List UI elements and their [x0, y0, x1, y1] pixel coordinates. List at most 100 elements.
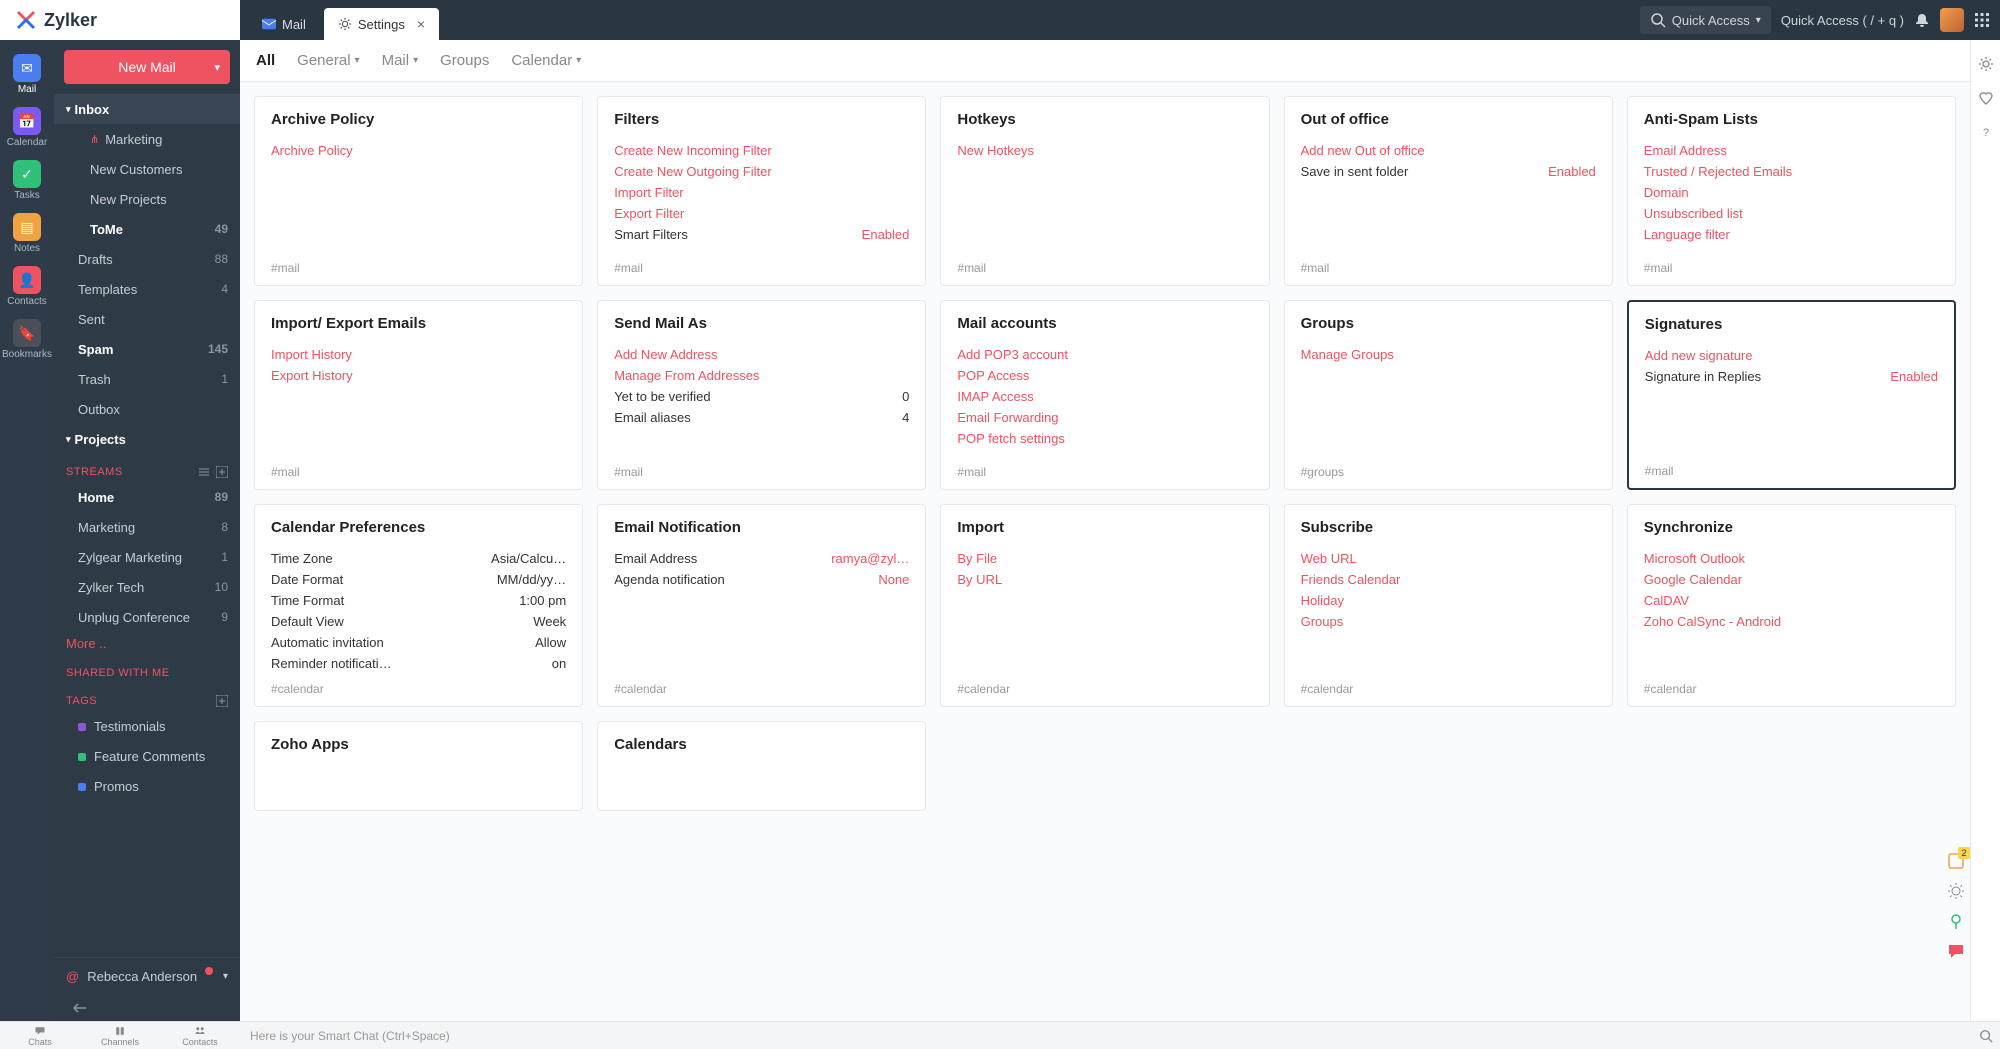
add-icon[interactable]: [216, 695, 228, 707]
card-link[interactable]: Microsoft Outlook: [1644, 548, 1939, 569]
tag-feature-comments[interactable]: Feature Comments: [54, 741, 240, 771]
card-link[interactable]: Trusted / Rejected Emails: [1644, 161, 1939, 182]
card-link[interactable]: Create New Incoming Filter: [614, 140, 909, 161]
search-button[interactable]: [1972, 1029, 2000, 1043]
card-link[interactable]: Google Calendar: [1644, 569, 1939, 590]
gear-icon[interactable]: [1978, 56, 1994, 72]
card-link[interactable]: Archive Policy: [271, 140, 566, 161]
card-link[interactable]: Add POP3 account: [957, 344, 1252, 365]
rail-item-contacts[interactable]: 👤Contacts: [5, 262, 49, 311]
card-link[interactable]: Groups: [1301, 611, 1596, 632]
card-link[interactable]: Domain: [1644, 182, 1939, 203]
rail-item-calendar[interactable]: 📅Calendar: [5, 103, 49, 152]
card-link[interactable]: Add new signature: [1645, 345, 1938, 366]
filter-general[interactable]: General▾: [297, 52, 359, 69]
bell-icon[interactable]: [1914, 12, 1930, 28]
bottom-tab-contacts[interactable]: Contacts: [160, 1025, 240, 1047]
apps-grid-icon[interactable]: [1974, 12, 1990, 28]
filter-calendar[interactable]: Calendar▾: [511, 52, 581, 69]
card-import[interactable]: ImportBy FileBy URL#calendar: [940, 504, 1269, 707]
folder-new-projects[interactable]: New Projects: [54, 184, 240, 214]
card-link[interactable]: Language filter: [1644, 224, 1939, 245]
folder-tome[interactable]: ToMe49: [54, 214, 240, 244]
folder-marketing[interactable]: ⋔Marketing: [54, 124, 240, 154]
new-mail-button[interactable]: New Mail ▾: [64, 50, 230, 84]
folder-trash[interactable]: Trash1: [54, 364, 240, 394]
rail-item-mail[interactable]: ✉Mail: [5, 50, 49, 99]
tab-mail[interactable]: Mail: [248, 8, 320, 40]
card-signatures[interactable]: SignaturesAdd new signatureSignature in …: [1627, 300, 1956, 490]
card-link[interactable]: Add New Address: [614, 344, 909, 365]
folder-new-customers[interactable]: New Customers: [54, 154, 240, 184]
current-user[interactable]: @ Rebecca Anderson ▾: [54, 957, 240, 995]
card-link[interactable]: Manage From Addresses: [614, 365, 909, 386]
card-link[interactable]: Zoho CalSync - Android: [1644, 611, 1939, 632]
card-link[interactable]: Friends Calendar: [1301, 569, 1596, 590]
card-link[interactable]: Export History: [271, 365, 566, 386]
card-link[interactable]: POP Access: [957, 365, 1252, 386]
tag-promos[interactable]: Promos: [54, 771, 240, 801]
card-link[interactable]: Manage Groups: [1301, 344, 1596, 365]
heart-icon[interactable]: [1978, 90, 1994, 106]
card-link[interactable]: Web URL: [1301, 548, 1596, 569]
rail-item-bookmarks[interactable]: 🔖Bookmarks: [5, 315, 49, 364]
collapse-sidebar-button[interactable]: [54, 995, 240, 1021]
card-link[interactable]: Create New Outgoing Filter: [614, 161, 909, 182]
card-synchronize[interactable]: SynchronizeMicrosoft OutlookGoogle Calen…: [1627, 504, 1956, 707]
card-zoho-apps[interactable]: Zoho Apps: [254, 721, 583, 811]
logo[interactable]: Zylker: [0, 0, 240, 40]
bottom-tab-chats[interactable]: Chats: [0, 1025, 80, 1047]
plug-icon[interactable]: [1946, 911, 1966, 931]
folder-templates[interactable]: Templates4: [54, 274, 240, 304]
notification-icon[interactable]: 2: [1946, 851, 1966, 871]
stream-zylker-tech[interactable]: Zylker Tech10: [54, 572, 240, 602]
stream-marketing[interactable]: Marketing8: [54, 512, 240, 542]
card-link[interactable]: IMAP Access: [957, 386, 1252, 407]
stream-unplug-conference[interactable]: Unplug Conference9: [54, 602, 240, 632]
card-link[interactable]: New Hotkeys: [957, 140, 1252, 161]
card-email-notification[interactable]: Email NotificationEmail Addressramya@zyl…: [597, 504, 926, 707]
chevron-down-icon[interactable]: ▾: [223, 971, 228, 982]
close-icon[interactable]: ×: [417, 16, 425, 32]
card-link[interactable]: Holiday: [1301, 590, 1596, 611]
card-filters[interactable]: FiltersCreate New Incoming FilterCreate …: [597, 96, 926, 286]
avatar[interactable]: [1940, 8, 1964, 32]
stream-zylgear-marketing[interactable]: Zylgear Marketing1: [54, 542, 240, 572]
tag-testimonials[interactable]: Testimonials: [54, 711, 240, 741]
folder-outbox[interactable]: Outbox: [54, 394, 240, 424]
chevron-down-icon[interactable]: ▾: [214, 61, 220, 74]
tab-settings[interactable]: Settings ×: [324, 8, 439, 40]
card-hotkeys[interactable]: HotkeysNew Hotkeys#mail: [940, 96, 1269, 286]
card-import-export-emails[interactable]: Import/ Export EmailsImport HistoryExpor…: [254, 300, 583, 490]
card-link[interactable]: Export Filter: [614, 203, 909, 224]
card-out-of-office[interactable]: Out of officeAdd new Out of officeSave i…: [1284, 96, 1613, 286]
quick-access-dropdown[interactable]: Quick Access ▾: [1640, 6, 1771, 34]
card-anti-spam-lists[interactable]: Anti-Spam ListsEmail AddressTrusted / Re…: [1627, 96, 1956, 286]
card-subscribe[interactable]: SubscribeWeb URLFriends CalendarHolidayG…: [1284, 504, 1613, 707]
card-link[interactable]: Add new Out of office: [1301, 140, 1596, 161]
card-link[interactable]: By URL: [957, 569, 1252, 590]
folder-drafts[interactable]: Drafts88: [54, 244, 240, 274]
card-link[interactable]: CalDAV: [1644, 590, 1939, 611]
settings-icon[interactable]: [198, 466, 210, 478]
bottom-tab-channels[interactable]: Channels: [80, 1025, 160, 1047]
card-send-mail-as[interactable]: Send Mail AsAdd New AddressManage From A…: [597, 300, 926, 490]
card-calendars[interactable]: Calendars: [597, 721, 926, 811]
stream-home[interactable]: Home89: [54, 482, 240, 512]
more-link[interactable]: More ..: [54, 632, 240, 655]
add-icon[interactable]: [216, 466, 228, 478]
card-link[interactable]: POP fetch settings: [957, 428, 1252, 449]
chat-icon[interactable]: [1946, 941, 1966, 961]
smart-chat-input[interactable]: Here is your Smart Chat (Ctrl+Space): [240, 1029, 1972, 1043]
rail-item-tasks[interactable]: ✓Tasks: [5, 156, 49, 205]
folder-spam[interactable]: Spam145: [54, 334, 240, 364]
card-link[interactable]: Import Filter: [614, 182, 909, 203]
card-link[interactable]: Email Address: [1644, 140, 1939, 161]
card-link[interactable]: Unsubscribed list: [1644, 203, 1939, 224]
rail-item-notes[interactable]: ▤Notes: [5, 209, 49, 258]
brightness-icon[interactable]: [1946, 881, 1966, 901]
filter-all[interactable]: All: [256, 52, 275, 69]
card-link[interactable]: Import History: [271, 344, 566, 365]
card-calendar-preferences[interactable]: Calendar PreferencesTime ZoneAsia/Calcu……: [254, 504, 583, 707]
filter-mail[interactable]: Mail▾: [382, 52, 419, 69]
